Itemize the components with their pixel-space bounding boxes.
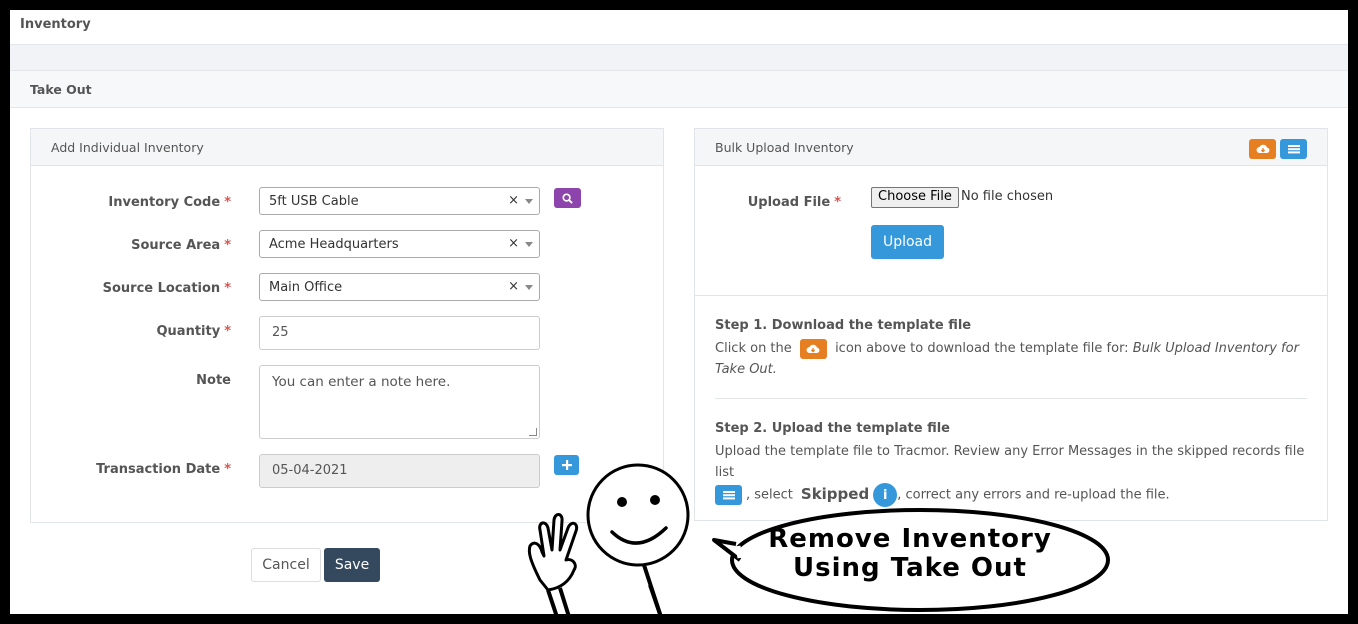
upload-button[interactable]: Upload: [871, 225, 944, 259]
clear-icon[interactable]: ×: [508, 193, 519, 208]
toolbar-band: [10, 45, 1348, 71]
transaction-date-input[interactable]: 05-04-2021: [259, 454, 540, 488]
page: Inventory Take Out Add Individual Invent…: [10, 10, 1348, 614]
note-label: Note: [196, 373, 231, 388]
source-location-select[interactable]: Main Office ×: [259, 273, 540, 301]
panel-title: Bulk Upload Inventory: [695, 129, 1327, 166]
caret-down-icon[interactable]: [525, 285, 533, 290]
cancel-button[interactable]: Cancel: [251, 548, 321, 582]
quantity-input[interactable]: 25: [259, 316, 540, 350]
cloud-download-icon: [799, 338, 827, 359]
skipped-files-list-button[interactable]: [1280, 139, 1307, 159]
inventory-code-label: Inventory Code *: [108, 195, 231, 210]
search-inventory-button[interactable]: [554, 188, 581, 208]
search-icon: [562, 192, 573, 204]
bubble-line-1: Remove Inventory: [768, 524, 1052, 554]
source-location-value: Main Office: [269, 280, 343, 295]
save-button[interactable]: Save: [324, 548, 380, 582]
page-title: Inventory: [10, 10, 1348, 45]
no-file-text: No file chosen: [961, 189, 1054, 204]
transaction-date-label: Transaction Date *: [96, 462, 231, 477]
choose-file-button[interactable]: Choose File: [871, 187, 959, 208]
quantity-label: Quantity *: [156, 324, 231, 339]
divider: [715, 398, 1307, 399]
divider: [695, 295, 1327, 296]
caret-down-icon[interactable]: [525, 242, 533, 247]
cloud-download-icon: [1256, 144, 1269, 154]
bubble-line-2: Using Take Out: [793, 553, 1027, 583]
note-placeholder: You can enter a note here.: [272, 374, 451, 390]
clear-icon[interactable]: ×: [508, 236, 519, 251]
step1-text: Click on the icon above to download the …: [715, 338, 1307, 380]
bulk-upload-title: Bulk Upload Inventory: [715, 140, 854, 155]
inventory-code-select[interactable]: 5ft USB Cable ×: [259, 187, 540, 215]
inventory-code-value: 5ft USB Cable: [269, 194, 359, 209]
source-area-select[interactable]: Acme Headquarters ×: [259, 230, 540, 258]
caret-down-icon[interactable]: [525, 199, 533, 204]
step2-title: Step 2. Upload the template file: [715, 421, 950, 436]
source-location-label: Source Location *: [102, 281, 231, 296]
step1-title: Step 1. Download the template file: [715, 318, 972, 333]
download-template-button[interactable]: [1249, 139, 1276, 159]
speech-bubble-text: Remove Inventory Using Take Out: [740, 525, 1080, 583]
section-title: Take Out: [10, 71, 1348, 108]
note-textarea[interactable]: You can enter a note here.: [259, 365, 540, 439]
upload-file-label: Upload File *: [747, 195, 841, 210]
clear-icon[interactable]: ×: [508, 279, 519, 294]
source-area-label: Source Area *: [131, 238, 231, 253]
panel-title: Add Individual Inventory: [31, 129, 663, 166]
resize-handle[interactable]: [529, 428, 537, 436]
list-icon: [1287, 145, 1300, 154]
source-area-value: Acme Headquarters: [269, 237, 399, 252]
